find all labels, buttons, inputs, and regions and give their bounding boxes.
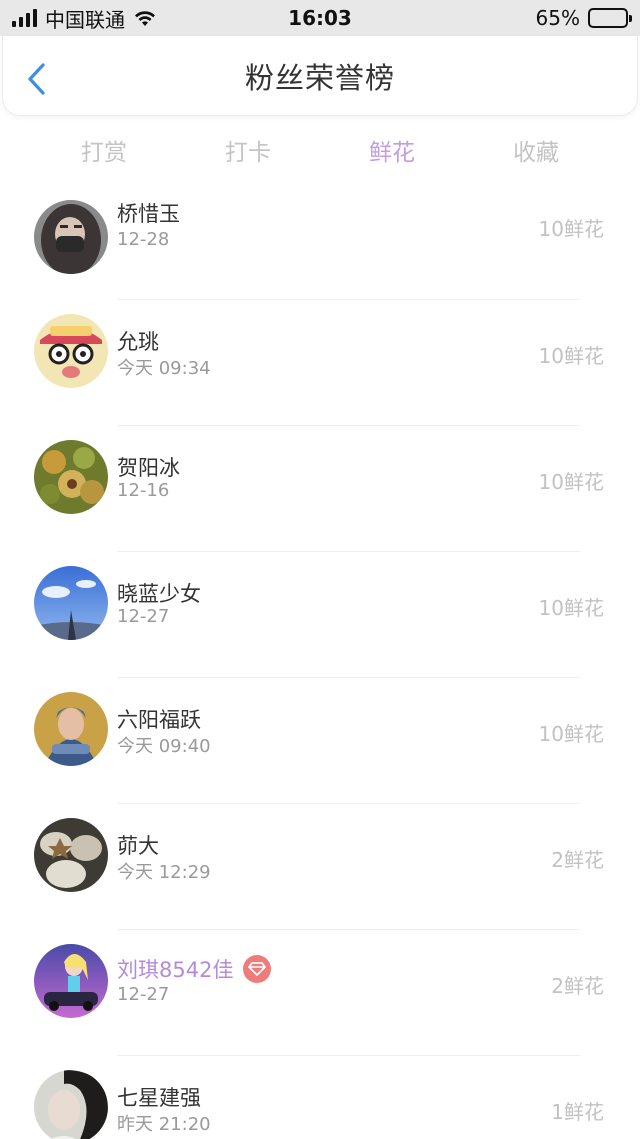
flower-count: 2鲜花 <box>551 848 604 872</box>
clock: 16:03 <box>288 6 352 30</box>
back-button[interactable] <box>25 62 49 96</box>
flower-count: 10鲜花 <box>538 344 604 368</box>
tab-checkin[interactable]: 打卡 <box>188 133 308 167</box>
avatar <box>34 566 108 640</box>
fan-time: 今天 09:40 <box>117 736 211 757</box>
fan-name: 桥惜玉 <box>117 202 180 226</box>
list-item[interactable]: 桥惜玉 12-28 10鲜花 <box>0 198 640 300</box>
list-item[interactable]: 六阳福跃 今天 09:40 10鲜花 <box>0 678 640 804</box>
fan-name-text: 刘琪8542佳 <box>117 958 234 982</box>
fan-name: 贺阳冰 <box>117 456 180 480</box>
list-item[interactable]: 晓蓝少女 12-27 10鲜花 <box>0 552 640 678</box>
fan-time: 12-28 <box>117 229 170 250</box>
fan-name: 允珧 <box>117 330 159 354</box>
tab-flowers[interactable]: 鲜花 <box>332 133 452 167</box>
avatar <box>34 314 108 388</box>
anime-car-avatar-image <box>34 944 108 1018</box>
cartoon-kid-avatar-image <box>34 314 108 388</box>
fan-time: 12-27 <box>117 606 170 627</box>
flower-count: 10鲜花 <box>538 596 604 620</box>
masked-girl-avatar-image <box>34 200 108 274</box>
fan-time: 昨天 21:20 <box>117 1114 211 1135</box>
carrier-label: 中国联通 <box>45 7 125 32</box>
avatar <box>34 818 108 892</box>
tab-bar: 打赏 打卡 鲜花 收藏 <box>0 118 640 182</box>
fan-name: 六阳福跃 <box>117 708 201 732</box>
status-right: 65% <box>535 6 632 30</box>
battery-percent: 65% <box>535 6 580 30</box>
list-item[interactable]: 七星建强 昨天 21:20 1鲜花 <box>0 1056 640 1139</box>
blue-sky-avatar-image <box>34 566 108 640</box>
avatar <box>34 692 108 766</box>
fan-time: 12-27 <box>117 984 170 1005</box>
list-item[interactable]: 允珧 今天 09:34 10鲜花 <box>0 300 640 426</box>
fan-name-vip: 刘琪8542佳 <box>117 954 272 984</box>
vip-badge <box>243 955 272 983</box>
fan-name: 茆大 <box>117 834 159 858</box>
navigation-bar: 粉丝荣誉榜 <box>2 36 638 116</box>
list-item[interactable]: 刘琪8542佳 12-27 2鲜花 <box>0 930 640 1056</box>
tab-favorites[interactable]: 收藏 <box>476 133 596 167</box>
flower-count: 10鲜花 <box>538 217 604 241</box>
fan-name: 晓蓝少女 <box>117 582 201 606</box>
tab-reward[interactable]: 打赏 <box>44 133 164 167</box>
battery-icon <box>588 8 632 28</box>
flower-count: 10鲜花 <box>538 470 604 494</box>
fan-list: 桥惜玉 12-28 10鲜花 允珧 今天 09:34 10鲜花 贺阳冰 12-1… <box>0 198 640 1139</box>
avatar <box>34 1070 108 1139</box>
diamond-icon <box>248 962 267 976</box>
flower-count: 2鲜花 <box>551 974 604 998</box>
page-title: 粉丝荣誉榜 <box>244 60 395 95</box>
girl-photo-avatar-image <box>34 1070 108 1139</box>
stones-avatar-image <box>34 818 108 892</box>
avatar <box>34 200 108 274</box>
signal-icon <box>12 9 37 27</box>
list-item[interactable]: 茆大 今天 12:29 2鲜花 <box>0 804 640 930</box>
fan-time: 12-16 <box>117 480 170 501</box>
warrior-avatar-image <box>34 692 108 766</box>
fan-time: 今天 09:34 <box>117 358 211 379</box>
chevron-left-icon <box>28 63 45 95</box>
list-item[interactable]: 贺阳冰 12-16 10鲜花 <box>0 426 640 552</box>
status-bar: 中国联通 16:03 65% <box>0 0 640 36</box>
avatar <box>34 944 108 1018</box>
fan-time: 今天 12:29 <box>117 862 211 883</box>
avatar <box>34 440 108 514</box>
flower-count: 1鲜花 <box>551 1100 604 1124</box>
food-avatar-image <box>34 440 108 514</box>
status-left: 中国联通 <box>12 4 157 33</box>
flower-count: 10鲜花 <box>538 722 604 746</box>
wifi-icon <box>135 11 155 26</box>
fan-name: 七星建强 <box>117 1086 201 1110</box>
